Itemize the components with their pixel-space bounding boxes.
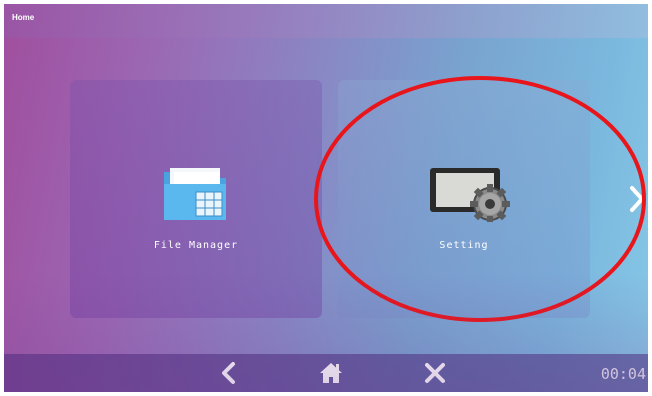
folder-icon [164,168,226,220]
home-icon[interactable] [318,360,344,386]
file-manager-label: File Manager [153,240,239,251]
top-bar: Home [4,4,648,38]
close-icon[interactable] [422,360,448,386]
setting-label: Setting [439,240,489,251]
setting-tile[interactable]: Setting [338,80,590,318]
bottom-nav-bar: 00:04 [4,354,648,392]
chevron-right-icon[interactable] [628,184,646,214]
clock: 00:04 [600,365,646,383]
settings-gear-icon [430,168,510,222]
page-title: Home [12,13,35,22]
device-screen: Home File Manager Setting 00:04 [4,4,648,392]
chevron-left-icon[interactable] [216,360,242,386]
file-manager-tile[interactable]: File Manager [70,80,322,318]
